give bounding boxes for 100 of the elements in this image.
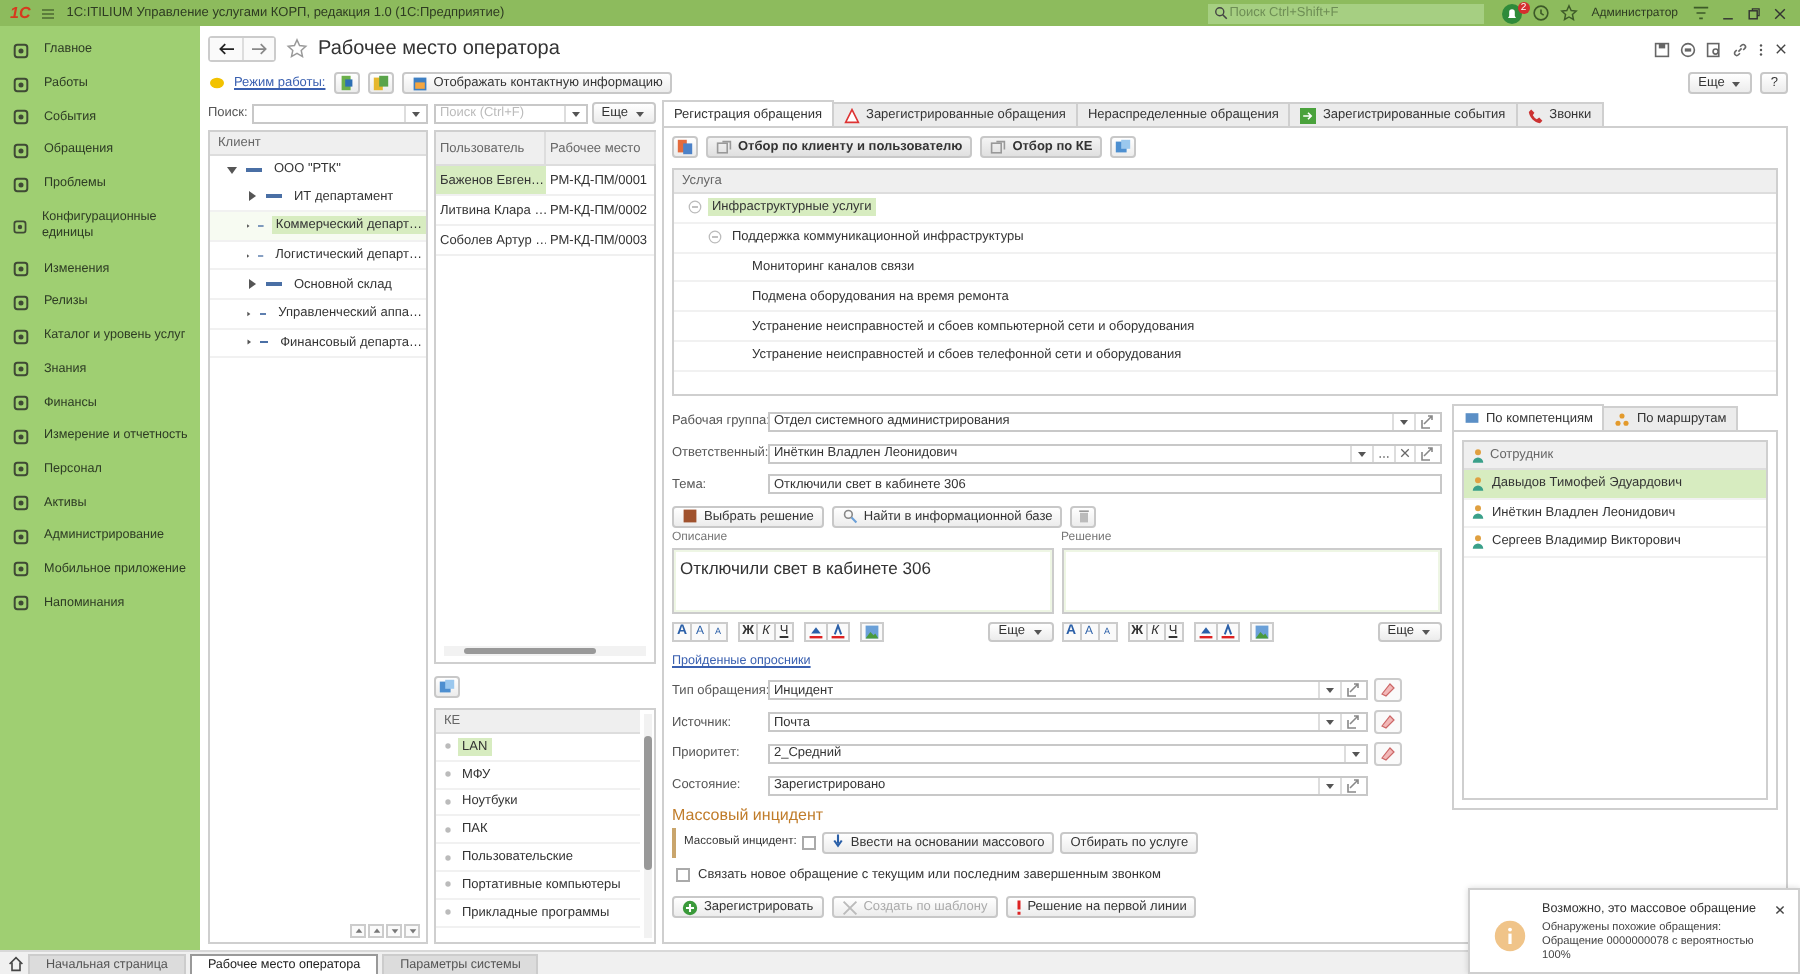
- print-icon[interactable]: [1680, 41, 1696, 57]
- collapse-icon[interactable]: [226, 163, 238, 176]
- dropdown-icon[interactable]: [1350, 747, 1362, 760]
- expand-icon[interactable]: [246, 190, 258, 203]
- close-icon[interactable]: [1774, 904, 1786, 916]
- documents-icon: [676, 138, 694, 156]
- clear-button[interactable]: [1374, 710, 1402, 735]
- clear-button[interactable]: [1374, 741, 1402, 766]
- link-icon[interactable]: [1346, 777, 1362, 794]
- section-icon: [12, 460, 30, 479]
- scroll-up-button[interactable]: [350, 924, 366, 938]
- section-icon: [12, 560, 30, 579]
- bullet-icon: [444, 880, 452, 889]
- dropdown-icon[interactable]: [1420, 625, 1432, 638]
- person-icon: [1472, 447, 1484, 463]
- warning-icon: [844, 107, 861, 123]
- vertical-scrollbar[interactable]: [644, 714, 652, 938]
- scroll-up-button[interactable]: [368, 924, 384, 938]
- highlight-button[interactable]: [1193, 621, 1217, 642]
- section-icon: [12, 527, 30, 546]
- section-icon: [12, 260, 30, 279]
- people-icon: [1614, 411, 1631, 427]
- insert-image-button[interactable]: [860, 621, 884, 642]
- dropdown-icon[interactable]: [1398, 415, 1410, 428]
- scroll-down-button[interactable]: [404, 924, 420, 938]
- text-area[interactable]: Отключили свет в кабинете 306: [672, 548, 1053, 615]
- back-button[interactable]: [210, 38, 242, 60]
- person-icon: [1472, 475, 1484, 492]
- text-color-icon: [830, 623, 846, 640]
- save-icon[interactable]: [1654, 41, 1670, 57]
- link-icon[interactable]: [1346, 714, 1362, 731]
- windows-icon: [1114, 138, 1133, 156]
- filter-icon: [990, 139, 1007, 155]
- filter-icon: [716, 139, 732, 155]
- history-icon[interactable]: [1531, 4, 1550, 22]
- search-icon: [841, 508, 858, 525]
- home-icon[interactable]: [8, 955, 24, 971]
- list-icon: [1464, 410, 1480, 426]
- section-icon: [12, 394, 30, 413]
- close-icon[interactable]: [1774, 42, 1788, 56]
- dropdown-icon[interactable]: [1730, 77, 1743, 89]
- favorite-star-icon[interactable]: [286, 38, 308, 60]
- search-field[interactable]: [251, 103, 428, 123]
- tools-icon: [841, 899, 858, 916]
- dropdown-icon[interactable]: [569, 107, 582, 119]
- dropdown-icon[interactable]: [1356, 447, 1368, 460]
- bullet-icon: [444, 770, 452, 779]
- toolbar-button[interactable]: [367, 72, 394, 94]
- text-color-button[interactable]: [1215, 621, 1239, 642]
- arrow-down-icon: [832, 834, 845, 851]
- toolbar-button[interactable]: [434, 675, 460, 697]
- link-icon[interactable]: [1420, 413, 1436, 430]
- expand-icon[interactable]: [246, 278, 258, 291]
- clear-icon[interactable]: [1400, 448, 1410, 459]
- dropdown-icon[interactable]: [1324, 779, 1336, 792]
- arrow-left-icon: [217, 42, 235, 56]
- highlight-button[interactable]: [804, 621, 828, 642]
- scroll-down-button[interactable]: [386, 924, 402, 938]
- section-icon: [12, 108, 30, 127]
- settings-menu-icon[interactable]: [1692, 4, 1710, 22]
- dropdown-icon[interactable]: [1031, 625, 1043, 638]
- bullet-icon: [444, 853, 452, 862]
- checkbox[interactable]: [802, 835, 817, 850]
- section-icon: [12, 494, 30, 513]
- phone-icon: [1527, 107, 1544, 123]
- link-icon[interactable]: [1732, 41, 1748, 57]
- bullet-icon: [444, 908, 452, 917]
- bullet-icon: [444, 825, 452, 834]
- windows-icon: [438, 677, 456, 695]
- section-icon: [12, 217, 28, 236]
- horizontal-scrollbar[interactable]: [444, 646, 646, 656]
- link-icon[interactable]: [1420, 445, 1436, 462]
- dropdown-icon[interactable]: [634, 107, 646, 119]
- fill-color-icon: [1197, 623, 1213, 640]
- checkbox[interactable]: [676, 867, 690, 882]
- close-icon[interactable]: [1772, 5, 1788, 21]
- image-icon: [1253, 623, 1269, 640]
- form-title: Рабочее место оператора: [318, 38, 560, 60]
- dropdown-icon[interactable]: [1324, 716, 1336, 729]
- exclamation-icon: [1015, 899, 1022, 916]
- link-icon[interactable]: [1346, 682, 1362, 699]
- section-icon: [12, 360, 30, 379]
- clear-button[interactable]: [1374, 678, 1402, 703]
- toolbar-button[interactable]: [333, 72, 360, 94]
- more-vertical-icon[interactable]: [1758, 41, 1764, 57]
- section-icon: [12, 594, 30, 613]
- dropdown-icon[interactable]: [1324, 684, 1336, 697]
- insert-image-button[interactable]: [1249, 621, 1273, 642]
- toolbar-button[interactable]: [672, 136, 698, 158]
- section-icon: [12, 141, 30, 160]
- bullet-icon: [444, 797, 452, 806]
- restore-icon[interactable]: [1746, 5, 1762, 21]
- star-icon[interactable]: [1559, 4, 1578, 22]
- plus-icon: [682, 899, 698, 916]
- toolbar-button[interactable]: [1110, 136, 1137, 158]
- text-color-button[interactable]: [826, 621, 850, 642]
- section-icon: [12, 293, 30, 312]
- preview-icon[interactable]: [1706, 41, 1722, 57]
- section-icon: [12, 75, 30, 94]
- dropdown-icon[interactable]: [410, 107, 422, 119]
